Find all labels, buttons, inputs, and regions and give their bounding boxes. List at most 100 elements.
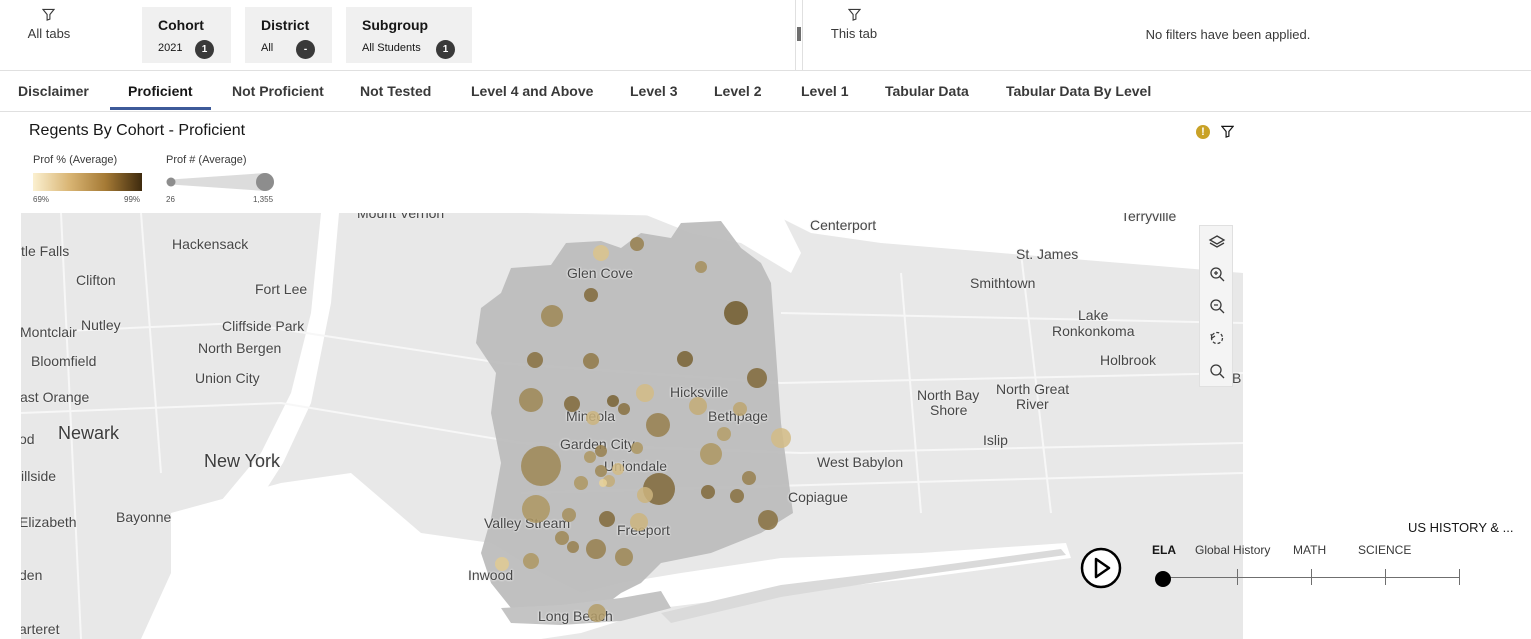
all-tabs-filter[interactable]: All tabs <box>0 0 98 71</box>
timeline-step-global-history[interactable]: Global History <box>1195 543 1270 557</box>
district-bubble[interactable] <box>700 443 722 465</box>
district-bubble[interactable] <box>523 553 539 569</box>
district-bubble[interactable] <box>527 352 543 368</box>
district-bubble[interactable] <box>521 446 561 486</box>
zoom-out-icon[interactable] <box>1208 297 1226 315</box>
district-bubble[interactable] <box>615 548 633 566</box>
tab-proficient[interactable]: Proficient <box>110 72 211 110</box>
timeline-tick <box>1237 569 1238 585</box>
district-bubble[interactable] <box>630 237 644 251</box>
map-toolbar <box>1199 225 1233 387</box>
district-bubble[interactable] <box>717 427 731 441</box>
map-view[interactable]: Mount Vernon Terryville Centerport tle F… <box>21 213 1243 639</box>
district-bubble[interactable] <box>724 301 748 325</box>
this-tab-filter[interactable]: This tab <box>822 0 886 71</box>
district-bubble[interactable] <box>630 513 648 531</box>
district-bubble[interactable] <box>519 388 543 412</box>
search-icon[interactable] <box>1208 362 1226 380</box>
district-bubble[interactable] <box>588 604 606 622</box>
timeline-overflow-label: US HISTORY & ... <box>1408 520 1514 535</box>
all-tabs-label: All tabs <box>27 26 71 41</box>
district-bubble[interactable] <box>595 465 607 477</box>
district-bubble[interactable] <box>636 384 654 402</box>
filter-count-badge: 1 <box>436 40 455 59</box>
district-bubble[interactable] <box>607 395 619 407</box>
filter-chip-value: 2021 <box>158 42 183 54</box>
district-bubble[interactable] <box>599 511 615 527</box>
timeline-tick <box>1385 569 1386 585</box>
filter-chip-subgroup[interactable]: Subgroup All Students 1 <box>346 7 472 63</box>
timeline-step-science[interactable]: SCIENCE <box>1358 543 1411 557</box>
reset-icon[interactable] <box>1208 329 1226 347</box>
district-bubble[interactable] <box>595 445 607 457</box>
district-bubble[interactable] <box>637 487 653 503</box>
color-legend-max: 99% <box>124 195 141 204</box>
district-bubble[interactable] <box>771 428 791 448</box>
tab-level-1[interactable]: Level 1 <box>783 72 866 110</box>
district-bubble[interactable] <box>646 413 670 437</box>
timeline-step-math[interactable]: MATH <box>1293 543 1326 557</box>
zoom-in-icon[interactable] <box>1208 265 1226 283</box>
size-legend-title: Prof # (Average) <box>166 154 247 166</box>
district-bubble[interactable] <box>742 471 756 485</box>
tab-level-4-and-above[interactable]: Level 4 and Above <box>453 72 611 110</box>
timeline-tick <box>1459 569 1460 585</box>
district-bubble[interactable] <box>730 489 744 503</box>
district-bubble[interactable] <box>574 476 588 490</box>
panel-divider <box>795 0 796 71</box>
filter-icon[interactable] <box>1221 125 1234 138</box>
size-legend-min: 26 <box>166 195 175 204</box>
filter-chip-title: Cohort <box>158 17 204 33</box>
district-bubble[interactable] <box>586 411 600 425</box>
tab-level-3[interactable]: Level 3 <box>612 72 695 110</box>
resize-handle[interactable] <box>797 27 801 41</box>
district-bubble[interactable] <box>618 403 630 415</box>
tab-level-2[interactable]: Level 2 <box>696 72 779 110</box>
size-legend-shape <box>166 173 274 191</box>
district-bubble[interactable] <box>747 368 767 388</box>
district-bubble[interactable] <box>695 261 707 273</box>
district-bubble[interactable] <box>567 541 579 553</box>
district-bubble[interactable] <box>541 305 563 327</box>
play-icon[interactable] <box>1080 547 1122 589</box>
tab-not-tested[interactable]: Not Tested <box>342 72 449 110</box>
filter-icon <box>848 8 861 21</box>
tab-bar: Disclaimer Proficient Not Proficient Not… <box>0 72 1531 112</box>
filter-chip-title: Subgroup <box>362 17 429 33</box>
district-bubble[interactable] <box>583 353 599 369</box>
district-bubble[interactable] <box>612 463 624 475</box>
filter-chip-value: All <box>261 42 274 54</box>
panel-divider <box>802 0 803 71</box>
district-bubble[interactable] <box>701 485 715 499</box>
district-bubble[interactable] <box>758 510 778 530</box>
warning-icon[interactable]: ! <box>1196 125 1210 139</box>
filter-chip-district[interactable]: District All - <box>245 7 332 63</box>
timeline-step-ela[interactable]: ELA <box>1152 543 1176 557</box>
district-bubble[interactable] <box>584 288 598 302</box>
district-bubble[interactable] <box>555 531 569 545</box>
district-bubble[interactable] <box>564 396 580 412</box>
filter-chip-title: District <box>261 17 310 33</box>
filter-bar: All tabs Cohort 2021 1 District All - Su… <box>0 0 1531 71</box>
district-bubble[interactable] <box>677 351 693 367</box>
tab-tabular-data-by-level[interactable]: Tabular Data By Level <box>988 72 1169 110</box>
district-bubble[interactable] <box>689 397 707 415</box>
district-bubble[interactable] <box>522 495 550 523</box>
filter-count-badge: - <box>296 40 315 59</box>
district-bubble[interactable] <box>562 508 576 522</box>
district-bubble[interactable] <box>586 539 606 559</box>
timeline-handle[interactable] <box>1155 571 1171 587</box>
filter-count-badge: 1 <box>195 40 214 59</box>
tab-not-proficient[interactable]: Not Proficient <box>214 72 342 110</box>
district-bubble[interactable] <box>584 451 596 463</box>
district-bubble[interactable] <box>631 442 643 454</box>
tab-tabular-data[interactable]: Tabular Data <box>867 72 987 110</box>
no-filters-message: No filters have been applied. <box>1145 27 1311 42</box>
filter-chip-cohort[interactable]: Cohort 2021 1 <box>142 7 231 63</box>
layers-icon[interactable] <box>1208 233 1226 251</box>
district-bubble[interactable] <box>599 479 607 487</box>
district-bubble[interactable] <box>733 402 747 416</box>
district-bubble[interactable] <box>495 557 509 571</box>
district-bubble[interactable] <box>593 245 609 261</box>
tab-disclaimer[interactable]: Disclaimer <box>0 72 107 110</box>
